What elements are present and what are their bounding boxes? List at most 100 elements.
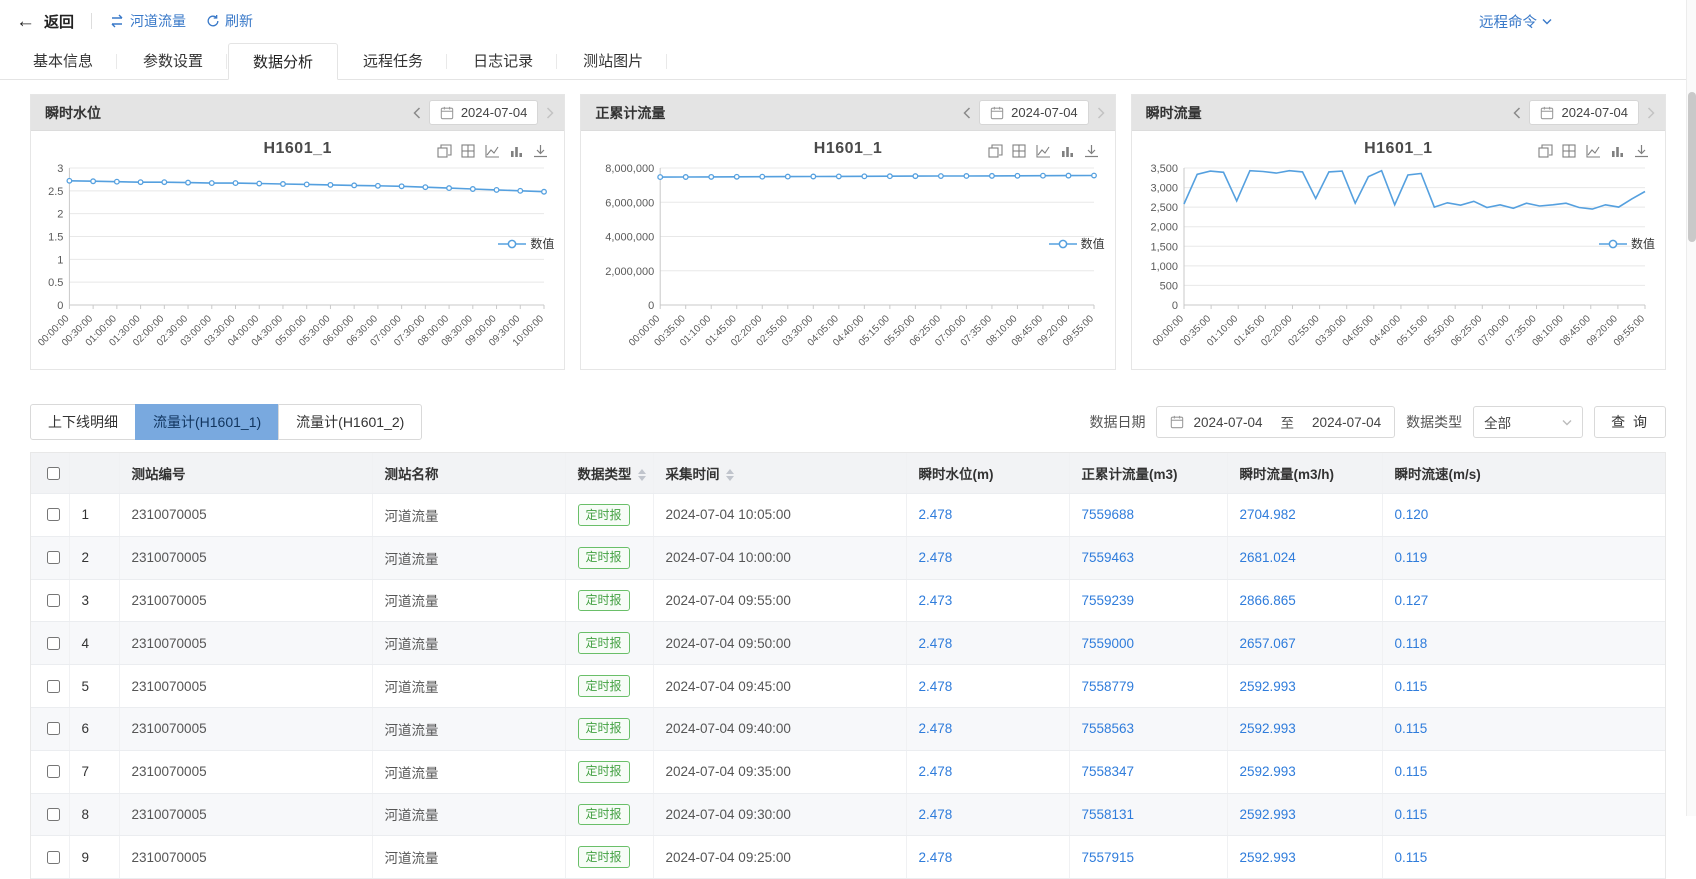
toolbox-stack-icon[interactable] [437,144,452,158]
cell-instant-flow[interactable]: 2592.993 [1227,707,1382,750]
row-checkbox[interactable] [47,722,60,735]
cell-cumulative-flow[interactable]: 7558131 [1069,793,1227,836]
toolbox-tiled-icon[interactable] [1012,144,1027,158]
cell-water-level[interactable]: 2.473 [906,579,1069,622]
next-date-button[interactable] [546,107,554,119]
cell-water-level[interactable]: 2.478 [906,494,1069,537]
tab-parameter-settings[interactable]: 参数设置 [118,42,228,79]
date-range-picker[interactable]: 2024-07-04 至 2024-07-04 [1156,406,1395,438]
data-type-badge: 定时报 [578,846,630,868]
chart-canvas[interactable]: 00.511.522.5300:00:0000:30:0001:00:0001:… [37,160,558,365]
cell-velocity[interactable]: 0.115 [1382,793,1665,836]
chart-svg[interactable]: 00.511.522.5300:00:0000:30:0001:00:0001:… [37,160,558,365]
cell-cumulative-flow[interactable]: 7559239 [1069,579,1227,622]
chart-legend[interactable]: 数值 [1049,235,1105,252]
cell-water-level[interactable]: 2.478 [906,793,1069,836]
cell-velocity[interactable]: 0.119 [1382,536,1665,579]
next-date-button[interactable] [1647,107,1655,119]
cell-water-level[interactable]: 2.478 [906,750,1069,793]
module-switch-button[interactable]: 河道流量 [109,11,186,31]
toolbox-bar-chart-icon[interactable] [509,144,524,158]
toolbox-bar-chart-icon[interactable] [1610,144,1625,158]
cell-water-level[interactable]: 2.478 [906,836,1069,879]
toolbox-tiled-icon[interactable] [461,144,476,158]
cell-velocity[interactable]: 0.118 [1382,622,1665,665]
cell-instant-flow[interactable]: 2704.982 [1227,494,1382,537]
prev-date-button[interactable] [1513,107,1521,119]
tab-station-photos[interactable]: 测站图片 [558,42,668,79]
toolbox-line-chart-icon[interactable] [1036,144,1051,158]
data-type-select[interactable]: 全部 [1473,406,1583,438]
chart-svg[interactable]: 02,000,0004,000,0006,000,0008,000,00000:… [587,160,1108,365]
next-date-button[interactable] [1097,107,1105,119]
row-checkbox[interactable] [47,508,60,521]
chart-canvas[interactable]: 02,000,0004,000,0006,000,0008,000,00000:… [587,160,1108,365]
tab-flowmeter-h1601-2[interactable]: 流量计(H1601_2) [278,404,422,440]
query-button[interactable]: 查 询 [1594,406,1666,438]
tab-log-records[interactable]: 日志记录 [448,42,558,79]
cell-instant-flow[interactable]: 2592.993 [1227,665,1382,708]
row-checkbox[interactable] [47,637,60,650]
tab-data-analysis[interactable]: 数据分析 [228,43,338,80]
cell-cumulative-flow[interactable]: 7558563 [1069,707,1227,750]
tab-online-offline-detail[interactable]: 上下线明细 [30,404,136,440]
cell-velocity[interactable]: 0.115 [1382,665,1665,708]
chart-legend[interactable]: 数值 [1599,235,1655,252]
toolbox-download-icon[interactable] [1634,144,1649,158]
sort-icon[interactable] [726,469,734,481]
cell-cumulative-flow[interactable]: 7558347 [1069,750,1227,793]
toolbox-stack-icon[interactable] [988,144,1003,158]
chart-legend[interactable]: 数值 [498,235,554,252]
cell-instant-flow[interactable]: 2657.067 [1227,622,1382,665]
toolbox-stack-icon[interactable] [1538,144,1553,158]
cell-cumulative-flow[interactable]: 7559688 [1069,494,1227,537]
cell-cumulative-flow[interactable]: 7559463 [1069,536,1227,579]
date-picker[interactable]: 2024-07-04 [1529,100,1639,125]
cell-velocity[interactable]: 0.115 [1382,750,1665,793]
tab-remote-tasks[interactable]: 远程任务 [338,42,448,79]
toolbox-download-icon[interactable] [533,144,548,158]
cell-velocity[interactable]: 0.120 [1382,494,1665,537]
back-button[interactable]: ← 返回 [16,11,74,32]
vertical-scrollbar[interactable] [1686,0,1696,816]
cell-water-level[interactable]: 2.478 [906,536,1069,579]
cell-cumulative-flow[interactable]: 7558779 [1069,665,1227,708]
row-checkbox[interactable] [47,765,60,778]
toolbox-download-icon[interactable] [1084,144,1099,158]
cell-velocity[interactable]: 0.115 [1382,707,1665,750]
tab-basic-info[interactable]: 基本信息 [8,42,118,79]
prev-date-button[interactable] [963,107,971,119]
cell-water-level[interactable]: 2.478 [906,622,1069,665]
row-checkbox[interactable] [47,808,60,821]
date-picker[interactable]: 2024-07-04 [979,100,1089,125]
cell-instant-flow[interactable]: 2592.993 [1227,750,1382,793]
remote-command-dropdown[interactable]: 远程命令 [1479,11,1552,32]
row-checkbox[interactable] [47,551,60,564]
select-all-checkbox[interactable] [47,467,60,480]
cell-instant-flow[interactable]: 2592.993 [1227,793,1382,836]
cell-water-level[interactable]: 2.478 [906,665,1069,708]
cell-instant-flow[interactable]: 2592.993 [1227,836,1382,879]
cell-instant-flow[interactable]: 2866.865 [1227,579,1382,622]
cell-cumulative-flow[interactable]: 7559000 [1069,622,1227,665]
tab-flowmeter-h1601-1[interactable]: 流量计(H1601_1) [135,404,279,440]
toolbox-tiled-icon[interactable] [1562,144,1577,158]
date-picker[interactable]: 2024-07-04 [429,100,539,125]
sort-icon[interactable] [638,469,646,481]
chart-svg[interactable]: 05001,0001,5002,0002,5003,0003,50000:00:… [1138,160,1659,365]
cell-velocity[interactable]: 0.115 [1382,836,1665,879]
row-checkbox[interactable] [47,851,60,864]
cell-velocity[interactable]: 0.127 [1382,579,1665,622]
cell-water-level[interactable]: 2.478 [906,707,1069,750]
toolbox-line-chart-icon[interactable] [485,144,500,158]
scrollbar-thumb[interactable] [1688,92,1696,242]
toolbox-line-chart-icon[interactable] [1586,144,1601,158]
cell-cumulative-flow[interactable]: 7557915 [1069,836,1227,879]
chart-canvas[interactable]: 05001,0001,5002,0002,5003,0003,50000:00:… [1138,160,1659,365]
refresh-button[interactable]: 刷新 [206,11,253,31]
row-checkbox[interactable] [47,680,60,693]
toolbox-bar-chart-icon[interactable] [1060,144,1075,158]
prev-date-button[interactable] [413,107,421,119]
row-checkbox[interactable] [47,594,60,607]
cell-instant-flow[interactable]: 2681.024 [1227,536,1382,579]
